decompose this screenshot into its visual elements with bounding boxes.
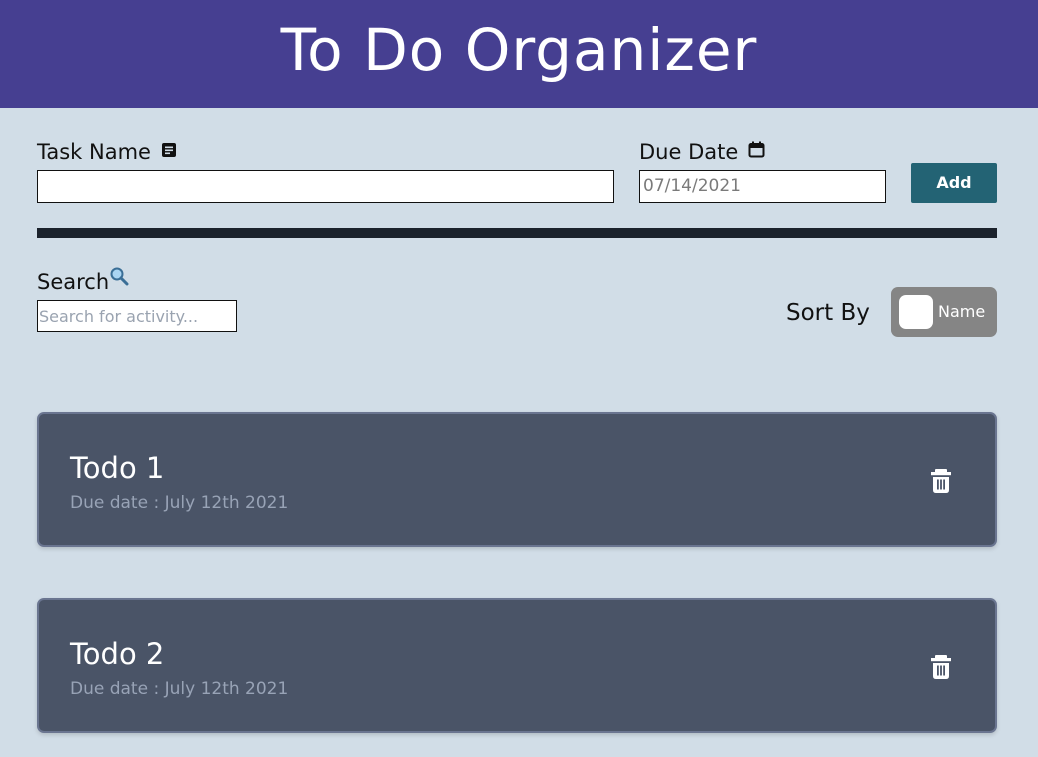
app-header: To Do Organizer bbox=[0, 0, 1038, 108]
due-date-input[interactable]: 07/14/2021 bbox=[639, 170, 886, 203]
notes-icon bbox=[161, 138, 177, 164]
divider bbox=[37, 228, 997, 238]
due-date-label: Due Date bbox=[639, 140, 739, 164]
task-name-label-group: Task Name bbox=[37, 139, 177, 165]
search-label-group: Search bbox=[37, 266, 129, 295]
add-button[interactable]: Add bbox=[911, 163, 997, 203]
todo-due-date: Due date : July 12th 2021 bbox=[70, 679, 289, 699]
sort-toggle-text: Name bbox=[938, 302, 986, 321]
app-title: To Do Organizer bbox=[280, 16, 758, 84]
due-date-label-group: Due Date bbox=[639, 139, 765, 165]
todo-card: Todo 1 Due date : July 12th 2021 bbox=[37, 412, 997, 547]
task-name-input[interactable] bbox=[37, 170, 614, 203]
search-label: Search bbox=[37, 270, 110, 294]
task-name-label: Task Name bbox=[37, 140, 151, 164]
search-input[interactable] bbox=[37, 300, 237, 332]
todo-card: Todo 2 Due date : July 12th 2021 bbox=[37, 598, 997, 733]
trash-icon[interactable] bbox=[929, 654, 953, 680]
magnifier-icon bbox=[109, 266, 129, 292]
todo-title: Todo 1 bbox=[70, 451, 165, 485]
calendar-icon bbox=[748, 138, 765, 164]
sort-toggle[interactable]: Name bbox=[891, 287, 997, 337]
sort-by-label: Sort By bbox=[786, 300, 870, 326]
trash-icon[interactable] bbox=[929, 468, 953, 494]
todo-title: Todo 2 bbox=[70, 637, 165, 671]
todo-due-date: Due date : July 12th 2021 bbox=[70, 493, 289, 513]
sort-toggle-knob bbox=[899, 295, 933, 329]
